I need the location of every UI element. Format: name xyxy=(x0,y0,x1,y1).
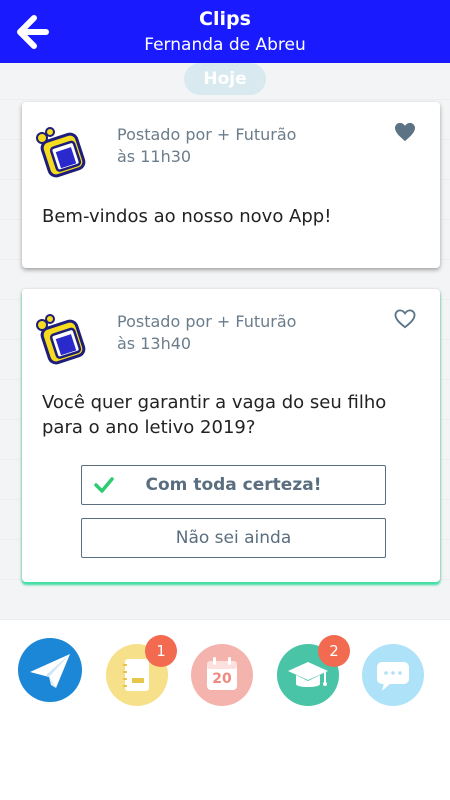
post-meta: Postado por + Futurão às 13h40 xyxy=(117,311,296,355)
heart-outline-icon[interactable] xyxy=(394,309,416,329)
page-subtitle: Fernanda de Abreu xyxy=(144,35,306,55)
school-logo-icon xyxy=(36,314,86,365)
paper-plane-icon xyxy=(30,654,70,688)
nav-messages[interactable] xyxy=(18,638,82,702)
poll-option-unsure[interactable]: Não sei ainda xyxy=(81,518,386,558)
post-author: Postado por + Futurão xyxy=(117,125,297,144)
post-time: às 11h30 xyxy=(117,147,192,166)
app-header: Clips Fernanda de Abreu xyxy=(0,0,450,63)
notebook-badge: 1 xyxy=(145,635,177,667)
post-card: Postado por + Futurão às 11h30 Bem-vindo… xyxy=(22,102,440,268)
school-logo-icon xyxy=(36,127,86,178)
nav-chat[interactable] xyxy=(362,644,424,706)
feed[interactable]: Hoje Postado por + Futurão às 11h30 Bem-… xyxy=(0,63,450,620)
post-author: Postado por + Futurão xyxy=(117,312,297,331)
chat-icon xyxy=(377,662,409,691)
school-badge: 2 xyxy=(318,635,350,667)
check-icon xyxy=(94,477,114,493)
poll-option-label: Não sei ainda xyxy=(175,528,292,548)
date-chip: Hoje xyxy=(184,63,266,95)
post-message: Bem-vindos ao nosso novo App! xyxy=(42,206,332,227)
poll-option-yes[interactable]: Com toda certeza! xyxy=(81,465,386,505)
page-title: Clips xyxy=(199,8,251,30)
post-time: às 13h40 xyxy=(117,334,192,353)
nav-calendar[interactable]: 20 xyxy=(191,644,253,706)
poll-option-label: Com toda certeza! xyxy=(145,475,322,495)
post-meta: Postado por + Futurão às 11h30 xyxy=(117,124,296,168)
post-card: Postado por + Futurão às 13h40 Você quer… xyxy=(22,289,440,582)
calendar-day: 20 xyxy=(212,671,232,687)
heart-filled-icon[interactable] xyxy=(394,122,416,142)
post-message: Você quer garantir a vaga do seu filho p… xyxy=(42,392,387,438)
bottom-nav: 1 20 2 xyxy=(0,620,450,800)
